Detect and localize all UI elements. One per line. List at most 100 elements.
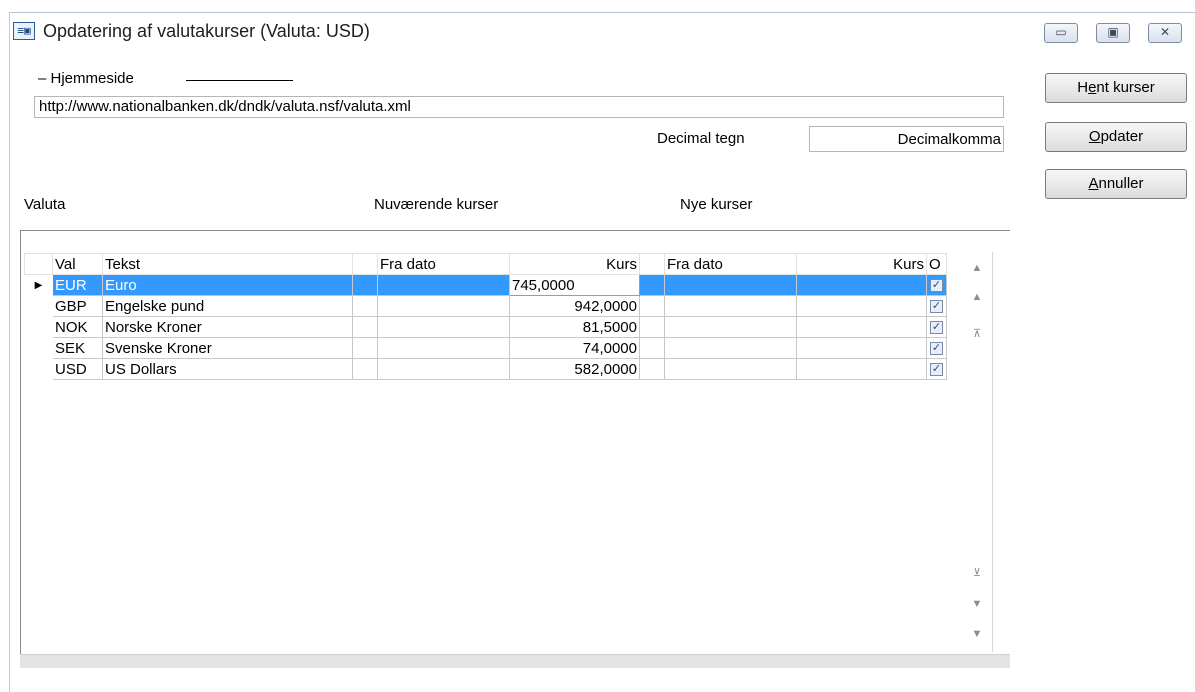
checkbox-checked-icon[interactable]: ✓ [930,300,943,314]
first-record-icon[interactable]: ⊼ [970,327,984,341]
form-icon: ≡▣ [13,22,35,40]
page-down-icon[interactable]: ▼ [970,627,984,641]
cell-nye-kurs[interactable] [796,337,927,359]
row-selector-header [24,253,53,275]
cell-kurs[interactable]: 582,0000 [509,358,640,380]
update-label-accel: O [1088,128,1101,145]
col-header-o[interactable]: O [926,253,947,275]
cell-spacer [352,337,378,359]
cell-o[interactable]: ✓ [926,316,947,338]
rates-grid: Val Tekst Fra dato Kurs Fra dato Kurs O … [24,253,947,380]
cell-spacer [352,295,378,317]
cell-o[interactable]: ✓ [926,337,947,359]
row-selector[interactable] [24,295,53,317]
close-button[interactable]: ✕ [1148,23,1182,43]
row-selector[interactable] [24,316,53,338]
col-header-fra-dato-new[interactable]: Fra dato [664,253,797,275]
cell-tekst[interactable]: US Dollars [102,358,353,380]
update-button[interactable]: Opdater [1045,122,1187,152]
cell-fra-dato[interactable] [377,295,510,317]
col-header-val[interactable]: Val [52,253,103,275]
window-title: Opdatering af valutakurser (Valuta: USD) [43,21,370,41]
cell-kurs[interactable]: 74,0000 [509,337,640,359]
cell-nye-kurs[interactable] [796,295,927,317]
close-icon: ✕ [1159,25,1171,39]
minimize-button[interactable]: ▭ [1044,23,1078,43]
cell-spacer [352,316,378,338]
cell-fra-dato[interactable] [377,316,510,338]
table-row[interactable]: USD US Dollars 582,0000 ✓ [24,358,947,380]
cell-tekst[interactable]: Engelske pund [102,295,353,317]
cell-nye-kurs[interactable] [796,358,927,380]
cell-o[interactable]: ✓ [926,295,947,317]
last-record-icon[interactable]: ⊻ [970,566,984,580]
cell-o[interactable]: ✓ [926,274,947,296]
record-navigation-strip [960,252,993,652]
checkbox-checked-icon[interactable]: ✓ [930,279,943,293]
window-left-edge [9,12,10,692]
cell-val[interactable]: GBP [52,295,103,317]
col-header-kurs-new[interactable]: Kurs [796,253,927,275]
restore-button[interactable]: ▣ [1096,23,1130,43]
col-header-fra-dato-current[interactable]: Fra dato [377,253,510,275]
currency-section-label: Valuta [24,196,66,213]
new-rates-section-label: Nye kurser [680,196,753,213]
current-rates-section-label: Nuværende kurser [374,196,499,213]
col-header-spacer-2 [639,253,665,275]
cell-tekst[interactable]: Euro [102,274,353,296]
cell-kurs[interactable]: 81,5000 [509,316,640,338]
checkbox-checked-icon[interactable]: ✓ [930,321,943,335]
table-row[interactable]: NOK Norske Kroner 81,5000 ✓ [24,316,947,338]
homepage-group-line [186,80,293,81]
table-row[interactable]: GBP Engelske pund 942,0000 ✓ [24,295,947,317]
col-header-kurs-current[interactable]: Kurs [509,253,640,275]
decimal-separator-field[interactable]: Decimalkomma [809,126,1004,152]
cell-nye-kurs[interactable] [796,316,927,338]
fetch-label-post: nt kurser [1096,79,1155,96]
cell-spacer [352,274,378,296]
cell-nye-kurs[interactable] [796,274,927,296]
cell-nye-fra-dato[interactable] [664,358,797,380]
cell-spacer-2 [639,295,665,317]
cell-spacer-2 [639,337,665,359]
cell-tekst[interactable]: Norske Kroner [102,316,353,338]
cell-val[interactable]: USD [52,358,103,380]
cell-nye-fra-dato[interactable] [664,337,797,359]
table-row[interactable]: SEK Svenske Kroner 74,0000 ✓ [24,337,947,359]
decimal-separator-label: Decimal tegn [657,130,745,147]
previous-record-icon[interactable]: ▲ [970,290,984,304]
grid-header-row: Val Tekst Fra dato Kurs Fra dato Kurs O [24,253,947,275]
cell-nye-fra-dato[interactable] [664,295,797,317]
page-up-icon[interactable]: ▲ [970,261,984,275]
cell-val[interactable]: NOK [52,316,103,338]
cell-o[interactable]: ✓ [926,358,947,380]
cell-val[interactable]: EUR [52,274,103,296]
homepage-url-field[interactable]: http://www.nationalbanken.dk/dndk/valuta… [34,96,1004,118]
row-selector[interactable] [24,337,53,359]
cell-spacer-2 [639,274,665,296]
row-selector[interactable] [24,358,53,380]
cell-fra-dato[interactable] [377,337,510,359]
checkbox-checked-icon[interactable]: ✓ [930,363,943,377]
col-header-spacer [352,253,378,275]
cell-nye-fra-dato[interactable] [664,274,797,296]
cell-kurs[interactable]: 745,0000 [509,274,640,296]
current-row-indicator-icon[interactable]: ▶ [24,274,53,296]
cell-kurs[interactable]: 942,0000 [509,295,640,317]
title-bar-edge [9,12,1195,13]
table-row[interactable]: ▶ EUR Euro 745,0000 ✓ [24,274,947,296]
checkbox-checked-icon[interactable]: ✓ [930,342,943,356]
cancel-button[interactable]: Annuller [1045,169,1187,199]
next-record-icon[interactable]: ▼ [970,597,984,611]
cell-fra-dato[interactable] [377,358,510,380]
cancel-label-accel: A [1088,175,1099,192]
datasheet-horizontal-scrollbar[interactable] [20,654,1010,668]
cell-val[interactable]: SEK [52,337,103,359]
homepage-group-label: – Hjemmeside [38,70,134,87]
cell-tekst[interactable]: Svenske Kroner [102,337,353,359]
cancel-label-post: nnuller [1098,175,1144,192]
col-header-tekst[interactable]: Tekst [102,253,353,275]
cell-nye-fra-dato[interactable] [664,316,797,338]
cell-fra-dato[interactable] [377,274,510,296]
fetch-rates-button[interactable]: Hent kurser [1045,73,1187,103]
